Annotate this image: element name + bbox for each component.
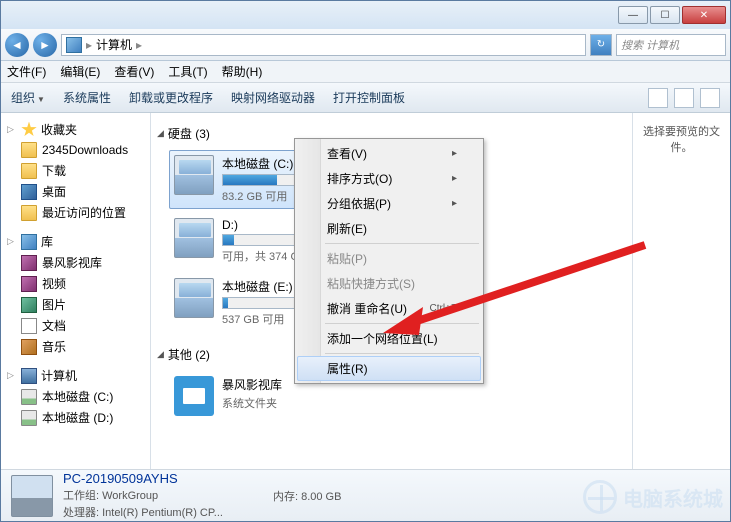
library-icon: [21, 234, 37, 250]
preview-pane: 选择要预览的文件。: [632, 113, 730, 469]
menu-edit[interactable]: 编辑(E): [60, 63, 100, 80]
view-mode-button[interactable]: [648, 88, 668, 108]
document-icon: [21, 318, 37, 334]
toolbar: 组织▼ 系统属性 卸载或更改程序 映射网络驱动器 打开控制面板: [1, 83, 730, 113]
sidebar-item[interactable]: 本地磁盘 (C:): [1, 386, 150, 407]
sidebar-item[interactable]: 最近访问的位置: [1, 202, 150, 223]
sidebar-item[interactable]: 本地磁盘 (D:): [1, 407, 150, 428]
video-icon: [21, 276, 37, 292]
ctx-view[interactable]: 查看(V)▸: [297, 141, 481, 166]
close-button[interactable]: ✕: [682, 6, 726, 24]
drive-icon: [21, 410, 37, 426]
ctx-refresh[interactable]: 刷新(E): [297, 216, 481, 241]
ctx-sort[interactable]: 排序方式(O)▸: [297, 166, 481, 191]
computer-icon: [66, 37, 82, 53]
sidebar-item[interactable]: 下载: [1, 160, 150, 181]
sidebar-item[interactable]: 文档: [1, 315, 150, 336]
drive-icon: [21, 389, 37, 405]
maximize-button[interactable]: ☐: [650, 6, 680, 24]
desktop-icon: [21, 184, 37, 200]
sidebar-item[interactable]: 2345Downloads: [1, 140, 150, 160]
media-folder-icon: [174, 376, 214, 416]
navbar: ◄ ► ▸ 计算机 ▸ ↻ 搜索 计算机: [1, 29, 730, 61]
chevron-right-icon: ▸: [136, 38, 142, 52]
sidebar-item[interactable]: 桌面: [1, 181, 150, 202]
status-name: PC-20190509AYHS: [63, 471, 223, 486]
help-button[interactable]: [700, 88, 720, 108]
computer-icon: [21, 368, 37, 384]
organize-button[interactable]: 组织▼: [11, 89, 45, 106]
ctx-undo[interactable]: 撤消 重命名(U)Ctrl+Z: [297, 296, 481, 321]
menubar: 文件(F) 编辑(E) 查看(V) 工具(T) 帮助(H): [1, 61, 730, 83]
folder-icon: [21, 142, 37, 158]
preview-pane-button[interactable]: [674, 88, 694, 108]
netdrive-button[interactable]: 映射网络驱动器: [231, 89, 315, 106]
folder-icon: [21, 163, 37, 179]
ctx-add-net-location[interactable]: 添加一个网络位置(L): [297, 326, 481, 351]
uninstall-button[interactable]: 卸载或更改程序: [129, 89, 213, 106]
sysprops-button[interactable]: 系统属性: [63, 89, 111, 106]
watermark-icon: [583, 480, 617, 514]
menu-file[interactable]: 文件(F): [7, 63, 46, 80]
folder-icon: [21, 205, 37, 221]
back-button[interactable]: ◄: [5, 33, 29, 57]
sidebar-item[interactable]: 暴风影视库: [1, 252, 150, 273]
sidebar: ▷收藏夹 2345Downloads 下载 桌面 最近访问的位置 ▷库 暴风影视…: [1, 113, 151, 469]
search-input[interactable]: 搜索 计算机: [616, 34, 726, 56]
drive-icon: [174, 218, 214, 258]
ctrlpanel-button[interactable]: 打开控制面板: [333, 89, 405, 106]
breadcrumb[interactable]: ▸ 计算机 ▸: [61, 34, 586, 56]
forward-button[interactable]: ►: [33, 33, 57, 57]
media-icon: [21, 255, 37, 271]
titlebar: — ☐ ✕: [1, 1, 730, 29]
refresh-button[interactable]: ↻: [590, 34, 612, 56]
computer-icon: [11, 475, 53, 517]
sidebar-computer[interactable]: ▷计算机: [1, 365, 150, 386]
breadcrumb-item[interactable]: 计算机: [96, 36, 132, 53]
sidebar-item[interactable]: 图片: [1, 294, 150, 315]
music-icon: [21, 339, 37, 355]
watermark: 电脑系统城: [583, 480, 723, 514]
menu-tools[interactable]: 工具(T): [168, 63, 207, 80]
context-menu: 查看(V)▸ 排序方式(O)▸ 分组依据(P)▸ 刷新(E) 粘贴(P) 粘贴快…: [294, 138, 484, 384]
drive-icon: [174, 155, 214, 195]
picture-icon: [21, 297, 37, 313]
ctx-properties[interactable]: 属性(R): [297, 356, 481, 381]
sidebar-favorites[interactable]: ▷收藏夹: [1, 119, 150, 140]
sidebar-item[interactable]: 音乐: [1, 336, 150, 357]
preview-text: 选择要预览的文件。: [643, 126, 720, 154]
drive-icon: [174, 278, 214, 318]
other-sub: 系统文件夹: [222, 395, 404, 411]
sidebar-item[interactable]: 视频: [1, 273, 150, 294]
menu-help[interactable]: 帮助(H): [222, 63, 263, 80]
ctx-paste-shortcut: 粘贴快捷方式(S): [297, 271, 481, 296]
minimize-button[interactable]: —: [618, 6, 648, 24]
ctx-paste: 粘贴(P): [297, 246, 481, 271]
sidebar-libraries[interactable]: ▷库: [1, 231, 150, 252]
ctx-group[interactable]: 分组依据(P)▸: [297, 191, 481, 216]
menu-view[interactable]: 查看(V): [114, 63, 154, 80]
star-icon: [21, 122, 37, 138]
chevron-right-icon: ▸: [86, 38, 92, 52]
